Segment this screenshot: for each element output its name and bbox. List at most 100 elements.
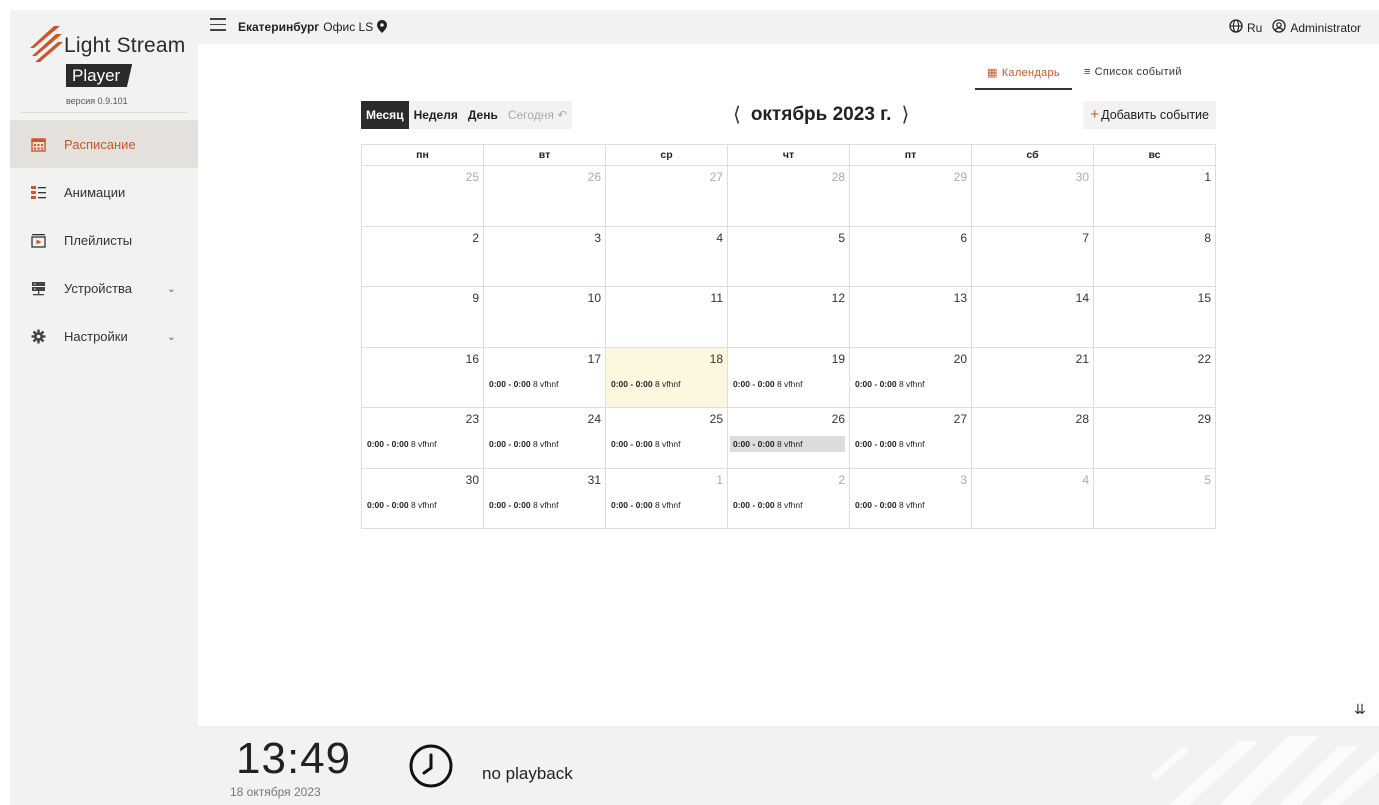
user-name: Administrator	[1290, 20, 1361, 35]
calendar-day-cell[interactable]: 16	[361, 346, 484, 408]
day-view-button[interactable]: День	[463, 101, 503, 129]
calendar-event[interactable]: 0:00 - 0:00 8 vfhnf	[486, 436, 603, 452]
calendar-day-cell[interactable]: 18 0:00 - 0:00 8 vfhnf	[605, 346, 728, 408]
calendar-week-row: 30 0:00 - 0:00 8 vfhnf 31 0:00 - 0:00 8 vfh…	[361, 467, 1216, 529]
app-logo[interactable]: Light Stream Player версия 0.9.101	[30, 24, 190, 106]
clock-icon	[409, 744, 453, 788]
calendar-event[interactable]: 0:00 - 0:00 8 vfhnf	[730, 376, 847, 392]
day-number: 10	[587, 291, 601, 305]
calendar-day-cell[interactable]: 3 0:00 - 0:00 8 vfhnf	[849, 467, 972, 529]
sidebar-item-settings[interactable]: Настройки ⌄	[10, 312, 198, 360]
calendar-event[interactable]: 0:00 - 0:00 8 vfhnf	[364, 436, 481, 452]
sidebar-item-playlists[interactable]: Плейлисты	[10, 216, 198, 264]
month-view-button[interactable]: Месяц	[361, 101, 409, 129]
calendar-day-cell[interactable]: 17 0:00 - 0:00 8 vfhnf	[483, 346, 606, 408]
tab-events-list[interactable]: ≡ Список событий	[1072, 62, 1194, 90]
calendar-event[interactable]: 0:00 - 0:00 8 vfhnf	[852, 436, 969, 452]
top-bar: Екатеринбург Офис LS Ru Administrator	[198, 10, 1379, 44]
prev-month-button[interactable]: ⟨	[733, 101, 741, 129]
calendar-day-cell[interactable]: 20 0:00 - 0:00 8 vfhnf	[849, 346, 972, 408]
calendar-event[interactable]: 0:00 - 0:00 8 vfhnf	[730, 497, 847, 513]
calendar-event[interactable]: 0:00 - 0:00 8 vfhnf	[608, 436, 725, 452]
calendar-day-cell[interactable]: 26 0:00 - 0:00 8 vfhnf	[727, 407, 850, 469]
calendar-day-cell[interactable]: 14	[971, 286, 1094, 348]
calendar-day-cell[interactable]: 22	[1093, 346, 1216, 408]
tab-calendar[interactable]: ▦ Календарь	[975, 62, 1072, 90]
calendar-day-cell[interactable]: 25 0:00 - 0:00 8 vfhnf	[605, 407, 728, 469]
sidebar-item-animations[interactable]: Анимации	[10, 168, 198, 216]
calendar-day-cell[interactable]: 28	[971, 407, 1094, 469]
calendar-day-cell[interactable]: 28	[727, 165, 850, 227]
calendar-day-cell[interactable]: 1	[1093, 165, 1216, 227]
calendar-day-cell[interactable]: 25	[361, 165, 484, 227]
calendar-day-cell[interactable]: 29	[849, 165, 972, 227]
location-selector[interactable]: Екатеринбург Офис LS	[238, 20, 388, 36]
server-icon	[30, 280, 46, 296]
calendar-day-cell[interactable]: 13	[849, 286, 972, 348]
event-time: 0:00 - 0:00	[855, 378, 897, 389]
add-event-button[interactable]: + Добавить событие	[1083, 101, 1216, 129]
calendar-day-cell[interactable]: 21	[971, 346, 1094, 408]
hamburger-menu-icon[interactable]	[210, 18, 226, 34]
weekday-header-row: пн вт ср чт пт сб вс	[361, 144, 1216, 166]
calendar-day-cell[interactable]: 5	[727, 225, 850, 287]
calendar-event[interactable]: 0:00 - 0:00 8 vfhnf	[730, 436, 845, 452]
map-pin-icon	[377, 20, 388, 36]
calendar-day-cell[interactable]: 30	[971, 165, 1094, 227]
calendar-day-cell[interactable]: 24 0:00 - 0:00 8 vfhnf	[483, 407, 606, 469]
calendar-event[interactable]: 0:00 - 0:00 8 vfhnf	[608, 497, 725, 513]
day-number: 4	[1082, 472, 1089, 487]
calendar-day-cell[interactable]: 23 0:00 - 0:00 8 vfhnf	[361, 407, 484, 469]
chevron-down-icon[interactable]: ⌄	[167, 330, 176, 343]
calendar-day-cell[interactable]: 5	[1093, 467, 1216, 529]
day-number: 20	[953, 351, 967, 366]
today-button[interactable]: Сегодня ↶	[503, 101, 572, 129]
day-number: 12	[831, 291, 845, 305]
weekday-header: пн	[361, 144, 484, 166]
collapse-footer-icon[interactable]: ⇊	[1354, 701, 1366, 718]
month-calendar: пн вт ср чт пт сб вс 25 26 27 28 29 30 1 2 3 4 5 6 7…	[361, 144, 1216, 529]
playlist-icon	[30, 232, 46, 248]
calendar-week-row: 9 10 11 12 13 14 15	[361, 286, 1216, 348]
calendar-day-cell[interactable]: 2 0:00 - 0:00 8 vfhnf	[727, 467, 850, 529]
calendar-day-cell[interactable]: 31 0:00 - 0:00 8 vfhnf	[483, 467, 606, 529]
user-avatar-icon	[1272, 19, 1286, 36]
calendar-day-cell[interactable]: 11	[605, 286, 728, 348]
calendar-day-cell[interactable]: 2	[361, 225, 484, 287]
event-time: 0:00 - 0:00	[489, 499, 531, 510]
calendar-day-cell[interactable]: 10	[483, 286, 606, 348]
calendar-day-cell[interactable]: 1 0:00 - 0:00 8 vfhnf	[605, 467, 728, 529]
calendar-day-cell[interactable]: 15	[1093, 286, 1216, 348]
calendar-event[interactable]: 0:00 - 0:00 8 vfhnf	[364, 497, 481, 513]
calendar-event[interactable]: 0:00 - 0:00 8 vfhnf	[852, 497, 969, 513]
day-number: 19	[831, 351, 845, 366]
next-month-button[interactable]: ⟩	[901, 101, 909, 129]
calendar-day-cell[interactable]: 30 0:00 - 0:00 8 vfhnf	[361, 467, 484, 529]
calendar-day-cell[interactable]: 19 0:00 - 0:00 8 vfhnf	[727, 346, 850, 408]
calendar-event[interactable]: 0:00 - 0:00 8 vfhnf	[852, 376, 969, 392]
sidebar-item-schedule[interactable]: Расписание	[10, 120, 198, 168]
calendar-day-cell[interactable]: 9	[361, 286, 484, 348]
chevron-down-icon[interactable]: ⌄	[167, 282, 176, 295]
language-selector[interactable]: Ru	[1229, 19, 1262, 36]
calendar-day-cell[interactable]: 3	[483, 225, 606, 287]
calendar-event[interactable]: 0:00 - 0:00 8 vfhnf	[608, 376, 725, 392]
calendar-day-cell[interactable]: 6	[849, 225, 972, 287]
calendar-day-cell[interactable]: 29	[1093, 407, 1216, 469]
calendar-event[interactable]: 0:00 - 0:00 8 vfhnf	[486, 376, 603, 392]
calendar-day-cell[interactable]: 4	[971, 467, 1094, 529]
calendar-day-cell[interactable]: 4	[605, 225, 728, 287]
list-icon	[30, 184, 46, 200]
calendar-day-cell[interactable]: 8	[1093, 225, 1216, 287]
week-view-button[interactable]: Неделя	[409, 101, 463, 129]
calendar-day-cell[interactable]: 27	[605, 165, 728, 227]
calendar-day-cell[interactable]: 27 0:00 - 0:00 8 vfhnf	[849, 407, 972, 469]
user-menu[interactable]: Administrator	[1272, 19, 1361, 36]
calendar-day-cell[interactable]: 7	[971, 225, 1094, 287]
day-number: 7	[1082, 230, 1089, 245]
clock-time: 13:49	[236, 734, 352, 783]
calendar-day-cell[interactable]: 12	[727, 286, 850, 348]
calendar-event[interactable]: 0:00 - 0:00 8 vfhnf	[486, 497, 603, 513]
calendar-day-cell[interactable]: 26	[483, 165, 606, 227]
sidebar-item-devices[interactable]: Устройства ⌄	[10, 264, 198, 312]
